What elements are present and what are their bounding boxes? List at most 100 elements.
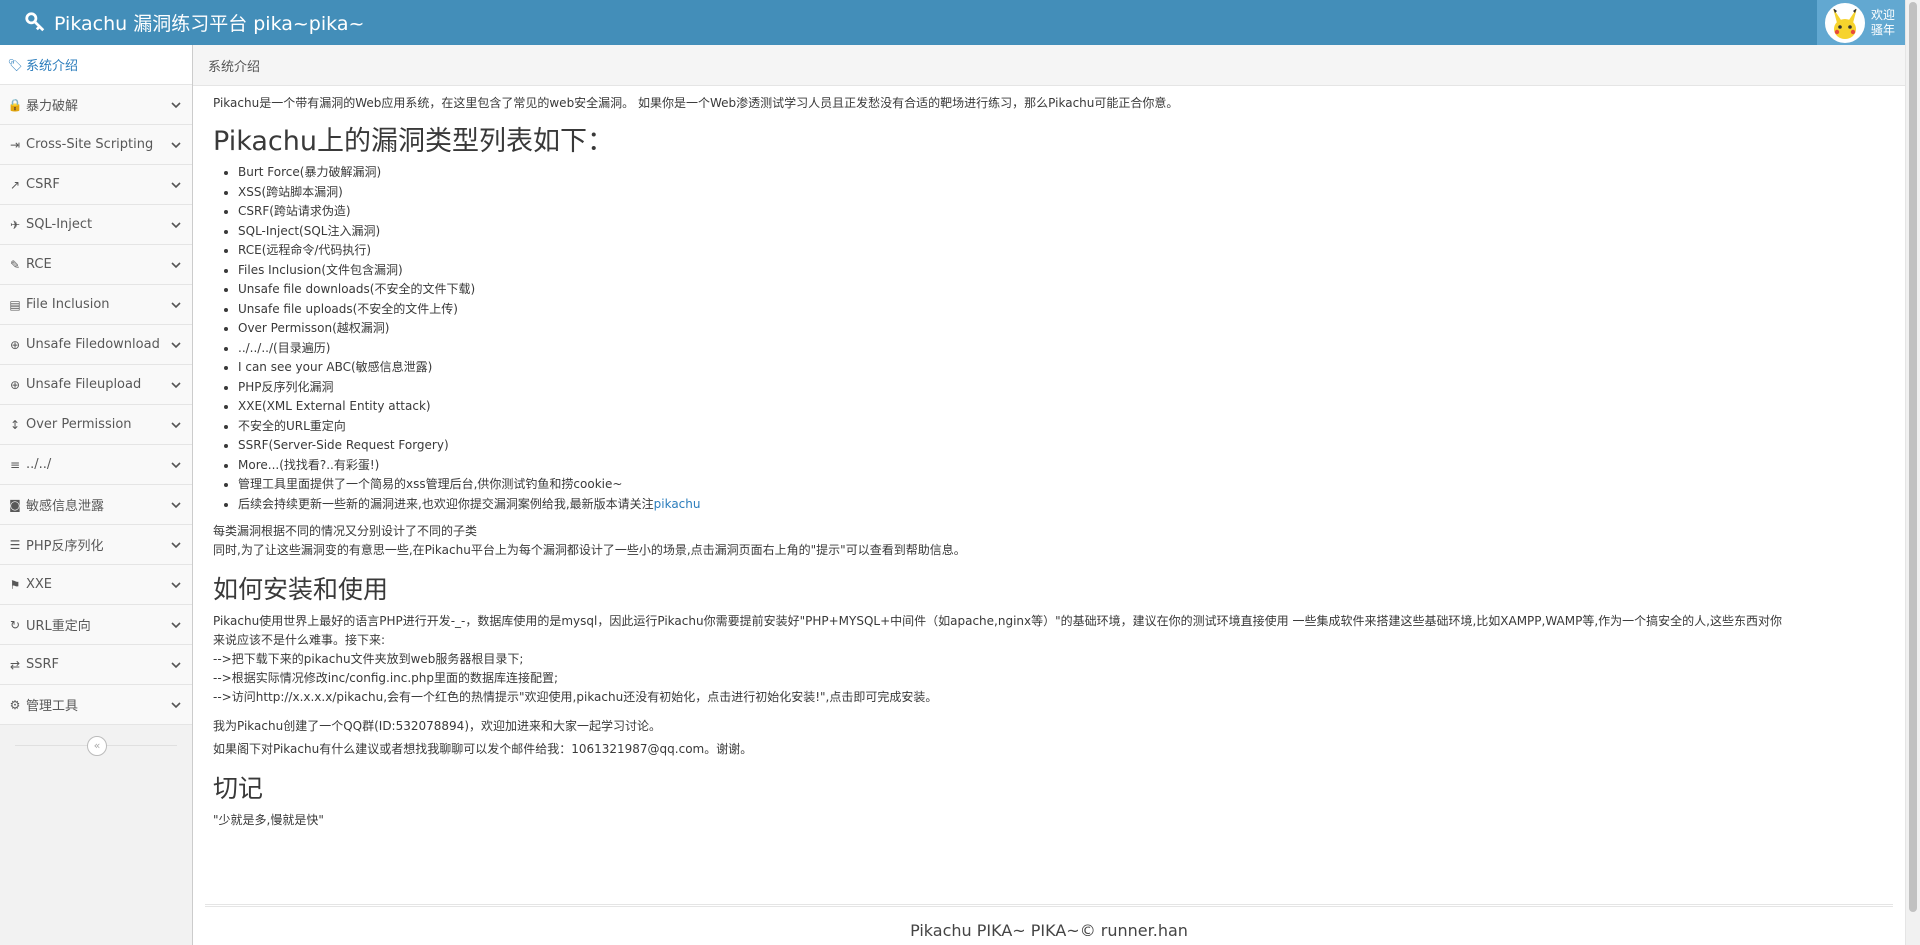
welcome-line1: 欢迎 (1871, 7, 1896, 22)
sidebar-item[interactable]: ✎ RCE (0, 245, 192, 285)
sidebar-item[interactable]: 🏷 系统介绍 (0, 45, 192, 85)
sidebar-item-label: CSRF (26, 177, 60, 192)
sidebar-item[interactable]: ⚑ XXE (0, 565, 192, 605)
chevron-down-icon[interactable] (170, 219, 182, 231)
text-height-icon: ↕ (9, 417, 21, 432)
remember-text: "少就是多,慢就是快" (213, 813, 324, 827)
vertical-scrollbar[interactable] (1905, 0, 1920, 945)
camera-icon: ◙ (9, 497, 21, 512)
sidebar-item-label: PHP反序列化 (26, 539, 104, 554)
sidebar-item[interactable]: 🔒 暴力破解 (0, 85, 192, 125)
list-item: SQL-Inject(SQL注入漏洞) (238, 222, 1885, 242)
chevron-down-icon[interactable] (170, 579, 182, 591)
top-navbar: Pikachu 漏洞练习平台 pika~pika~ 欢迎 骚年 (0, 0, 1920, 45)
sidebar-item-label: SSRF (26, 657, 60, 672)
sidebar-item-label: File Inclusion (26, 297, 110, 312)
sidebar-nav: 🏷 系统介绍 🔒 暴力破解 ⇥ Cross-Site Scripting ↗ CSRF ✈ SQL… (0, 45, 192, 725)
footer-divider (205, 904, 1893, 907)
sidebar-item[interactable]: ☰ PHP反序列化 (0, 525, 192, 565)
breadcrumb: 系统介绍 (193, 45, 1905, 86)
collapse-icon[interactable]: « (87, 736, 107, 756)
chevron-down-icon[interactable] (170, 499, 182, 511)
pikachu-link[interactable]: pikachu (654, 497, 701, 511)
welcome-text: 欢迎 骚年 (1871, 8, 1895, 38)
sidebar-item-label: URL重定向 (26, 619, 91, 634)
list-item: PHP反序列化漏洞 (238, 378, 1885, 398)
qq-group-text: 我为Pikachu创建了一个QQ群(ID:532078894)，欢迎加进来和大家… (213, 719, 661, 733)
user-menu[interactable]: 欢迎 骚年 (1817, 0, 1905, 45)
install-heading: 如何安装和使用 (213, 575, 389, 604)
key-icon (24, 11, 48, 35)
sidebar-item[interactable]: ⊕ Unsafe Fileupload (0, 365, 192, 405)
sidebar-item[interactable]: ↻ URL重定向 (0, 605, 192, 645)
chevron-down-icon[interactable] (170, 139, 182, 151)
list-item: Over Permisson(越权漏洞) (238, 319, 1885, 339)
sidebar-item[interactable]: ≡ ../../ (0, 445, 192, 485)
circle-arrow-up-icon: ⊕ (9, 377, 21, 392)
list-item: 不安全的URL重定向 (238, 417, 1885, 437)
sidebar-item[interactable]: ▤ File Inclusion (0, 285, 192, 325)
install-line-2: 来说应该不是什么难事。接下来: (213, 633, 386, 647)
sidebar-item-label: Unsafe Filedownload (26, 337, 160, 352)
chevron-down-icon[interactable] (170, 99, 182, 111)
brand-link[interactable]: Pikachu 漏洞练习平台 pika~pika~ (24, 0, 364, 45)
chevron-down-icon[interactable] (170, 299, 182, 311)
cog-icon: ⚙ (9, 697, 21, 712)
sidebar-item[interactable]: ↗ CSRF (0, 165, 192, 205)
plane-icon: ✈ (9, 217, 21, 232)
list-item: Unsafe file downloads(不安全的文件下载) (238, 280, 1885, 300)
note-line-1: 每类漏洞根据不同的情况又分别设计了不同的子类 (213, 524, 478, 538)
sidebar-item[interactable]: ⇄ SSRF (0, 645, 192, 685)
list-item: More...(找找看?..有彩蛋!) (238, 456, 1885, 476)
main-content: Pikachu是一个带有漏洞的Web应用系统，在这里包含了常见的web安全漏洞。… (213, 94, 1885, 830)
chevron-down-icon[interactable] (170, 459, 182, 471)
sidebar-item-label: Cross-Site Scripting (26, 137, 154, 152)
list-item: CSRF(跨站请求伪造) (238, 202, 1885, 222)
sidebar-collapse: « (0, 725, 192, 767)
share-icon: ↗ (9, 177, 21, 192)
list-indent-icon: ⇥ (9, 137, 21, 152)
install-step-3: -->访问http://x.x.x.x/pikachu,会有一个红色的热情提示"… (213, 690, 938, 704)
sidebar-item-label: ../../ (26, 457, 52, 472)
chevron-down-icon[interactable] (170, 539, 182, 551)
sidebar-item[interactable]: ◙ 敏感信息泄露 (0, 485, 192, 525)
chevron-down-icon[interactable] (170, 699, 182, 711)
list-item: Unsafe file uploads(不安全的文件上传) (238, 300, 1885, 320)
list-item: XXE(XML External Entity attack) (238, 397, 1885, 417)
chevron-down-icon[interactable] (170, 259, 182, 271)
sidebar-item[interactable]: ✈ SQL-Inject (0, 205, 192, 245)
chevron-down-icon[interactable] (170, 179, 182, 191)
sidebar-item[interactable]: ⇥ Cross-Site Scripting (0, 125, 192, 165)
sidebar-item[interactable]: ⚙ 管理工具 (0, 685, 192, 725)
install-step-2: -->根据实际情况修改inc/config.inc.php里面的数据库连接配置; (213, 671, 559, 685)
footer-text: Pikachu PIKA~ PIKA~© runner.han (910, 921, 1188, 940)
pencil-icon: ✎ (9, 257, 21, 272)
list-item: RCE(远程命令/代码执行) (238, 241, 1885, 261)
flag-icon: ⚑ (9, 577, 21, 592)
list-item: XSS(跨站脚本漏洞) (238, 183, 1885, 203)
list-item: 管理工具里面提供了一个简易的xss管理后台,供你测试钓鱼和捞cookie~ (238, 475, 1885, 495)
sidebar-item[interactable]: ⊕ Unsafe Filedownload (0, 325, 192, 365)
chevron-down-icon[interactable] (170, 659, 182, 671)
list-heading: Pikachu上的漏洞类型列表如下： (213, 126, 614, 157)
scrollbar-thumb[interactable] (1909, 2, 1917, 912)
refresh-icon: ↻ (9, 617, 21, 632)
sidebar-item[interactable]: ↕ Over Permission (0, 405, 192, 445)
list-item: Burt Force(暴力破解漏洞) (238, 163, 1885, 183)
list-item: I can see your ABC(敏感信息泄露) (238, 358, 1885, 378)
sidebar-item-label: XXE (26, 577, 53, 592)
chevron-down-icon[interactable] (170, 419, 182, 431)
align-left-icon: ≡ (9, 457, 21, 472)
tag-icon: 🏷 (7, 57, 23, 72)
avatar (1825, 2, 1865, 43)
chevron-down-icon[interactable] (170, 619, 182, 631)
list-item: Files Inclusion(文件包含漏洞) (238, 261, 1885, 281)
chevron-down-icon[interactable] (170, 339, 182, 351)
sidebar-item-label: 暴力破解 (26, 99, 79, 114)
welcome-line2: 骚年 (1871, 22, 1896, 37)
note-line-2: 同时,为了让这些漏洞变的有意思一些,在Pikachu平台上为每个漏洞都设计了一些… (213, 543, 966, 557)
circle-arrow-down-icon: ⊕ (9, 337, 21, 352)
sidebar-item-label: 敏感信息泄露 (26, 499, 105, 514)
chevron-down-icon[interactable] (170, 379, 182, 391)
align-justify-icon: ☰ (9, 537, 21, 552)
